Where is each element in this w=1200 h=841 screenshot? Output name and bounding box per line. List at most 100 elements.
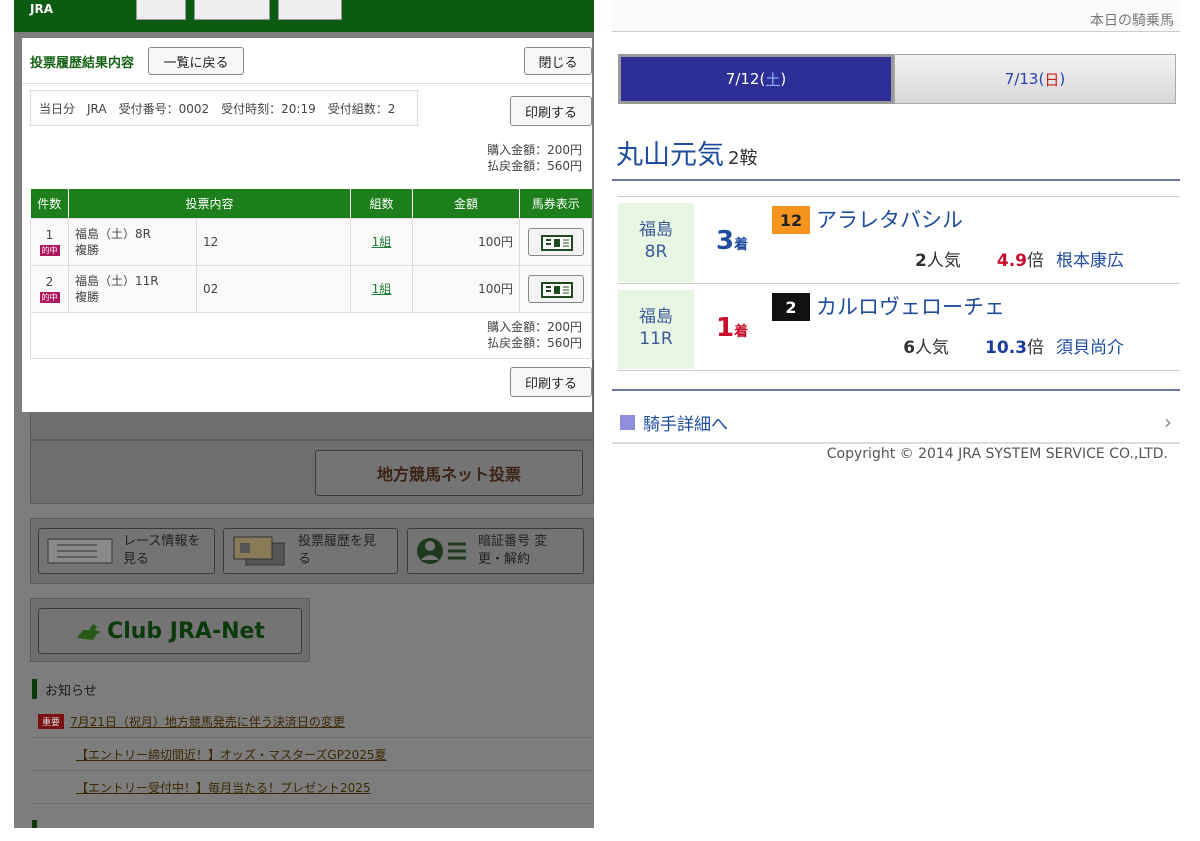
- popularity: 2人気: [915, 246, 961, 271]
- refund-amount: 払戻金額：560円: [487, 159, 582, 173]
- col-amount: 金額: [412, 189, 520, 218]
- bet-content: 12: [196, 217, 351, 266]
- refund-amount: 払戻金額：560円: [487, 336, 582, 350]
- print-button-bottom[interactable]: 印刷する: [510, 367, 592, 397]
- divider: [612, 179, 1180, 181]
- ride-count: 2鞍: [728, 148, 758, 169]
- pin-change-label: 暗証番号 変更・解約: [478, 534, 548, 567]
- popularity-number: 6: [903, 338, 916, 358]
- trainer-name[interactable]: 須貝尚介: [1056, 333, 1124, 358]
- odds-suffix: 倍: [1027, 338, 1044, 358]
- row-num-cell: 1 的中: [30, 217, 69, 266]
- table-row: 1 的中 福島（土）8R 複勝 12 1組 100円: [30, 217, 592, 266]
- divider: [612, 442, 1180, 444]
- jockey-detail-link[interactable]: 騎手詳細へ ›: [620, 406, 1180, 438]
- race-info-label: レース情報を見る: [123, 534, 201, 567]
- tab-date-2[interactable]: 7/13(日): [894, 54, 1176, 104]
- odds: 4.9倍: [997, 246, 1044, 271]
- chiho-net-button[interactable]: 地方競馬ネット投票: [315, 450, 583, 496]
- close-button[interactable]: 閉じる: [524, 47, 592, 75]
- notice-heading: お知らせ: [32, 678, 97, 700]
- vote-history-button[interactable]: 投票履歴を見る: [223, 528, 398, 574]
- top-menu-button[interactable]: [194, 0, 270, 20]
- race-name: 福島（土）11R: [75, 273, 159, 288]
- notice-link[interactable]: 7月21日（祝月）地方競馬発売に伴う決済日の変更: [70, 713, 345, 730]
- date-tabs: 7/12(土) 7/13(日): [618, 54, 1176, 104]
- result-row[interactable]: 福島 11R 1着 2 カルロヴェローチェ 6人気 10.3倍 須貝尚介: [618, 285, 1180, 371]
- kumi-link[interactable]: 1組: [372, 282, 392, 296]
- kumi-cell: 1組: [350, 264, 413, 313]
- bet-content: 02: [196, 264, 351, 313]
- tab-date-1[interactable]: 7/12(土): [618, 54, 894, 104]
- notice-item[interactable]: 【エントリー締切間近！】オッズ・マスターズGP2025夏: [32, 739, 592, 771]
- ticket-cell: [519, 264, 592, 313]
- venue-name: 福島: [639, 307, 673, 327]
- result-row[interactable]: 福島 8R 3着 12 アラレタバシル 2人気 4.9倍 根本康広: [618, 198, 1180, 284]
- jra-logo: JRA: [30, 2, 53, 16]
- table-row: 2 的中 福島（土）11R 複勝 02 1組 100円: [30, 264, 592, 313]
- horse-name[interactable]: アラレタバシル: [816, 204, 963, 234]
- kumi-link[interactable]: 1組: [372, 235, 392, 249]
- jockey-detail-label: 騎手詳細へ: [643, 414, 728, 435]
- bet-type: 複勝: [75, 289, 100, 304]
- pin-change-button[interactable]: 暗証番号 変更・解約: [407, 528, 584, 574]
- trainer-name[interactable]: 根本康広: [1056, 246, 1124, 271]
- tab-date-text: 7/12: [725, 70, 760, 88]
- ticket-cell: [519, 217, 592, 266]
- notice-link[interactable]: 【エントリー受付中！】毎月当たる！プレゼント2025: [76, 779, 371, 796]
- hit-badge: 的中: [39, 244, 60, 256]
- club-label: Club JRA-Net: [107, 618, 265, 644]
- race-cell: 福島（土）11R 複勝: [68, 264, 197, 313]
- bet-table: 件数 投票内容 組数 金額 馬券表示 1 的中 福島（土）8R 複勝 12 1組…: [30, 189, 592, 313]
- race-ticket-icon: [47, 538, 113, 564]
- notice-link[interactable]: 【エントリー締切間近！】オッズ・マスターズGP2025夏: [76, 746, 386, 763]
- venue-name: 福島: [639, 220, 673, 240]
- amount-summary-top: 購入金額：200円 払戻金額：560円: [487, 142, 582, 174]
- race-venue-cell: 福島 8R: [618, 203, 694, 282]
- tab-dow-text: 日: [1044, 70, 1060, 89]
- horse-name[interactable]: カルロヴェローチェ: [816, 291, 1005, 321]
- section-bar: [32, 820, 37, 828]
- odds: 10.3倍: [985, 333, 1044, 358]
- row-num: 2: [45, 274, 54, 289]
- ticket-display-button[interactable]: [527, 274, 584, 303]
- amount-summary-bottom: 購入金額：200円 払戻金額：560円: [487, 319, 582, 351]
- bet-amount: 100円: [412, 264, 520, 313]
- finish-place: 3着: [716, 226, 748, 256]
- divider: [612, 389, 1180, 391]
- ticket-icon: [540, 234, 573, 251]
- ride-stats: 2人気 4.9倍 根本康広: [915, 246, 1124, 271]
- race-name: 福島（土）8R: [75, 226, 151, 241]
- race-info-button[interactable]: レース情報を見る: [38, 528, 215, 574]
- top-menu-button[interactable]: [278, 0, 342, 20]
- race-cell: 福島（土）8R 複勝: [68, 217, 197, 266]
- notice-item[interactable]: 【エントリー受付中！】毎月当たる！プレゼント2025: [32, 772, 592, 804]
- purchase-amount: 購入金額：200円: [487, 143, 582, 157]
- modal-header: 投票履歴結果内容 一覧に戻る 閉じる: [22, 38, 592, 84]
- kumi-cell: 1組: [350, 217, 413, 266]
- popularity: 6人気: [903, 333, 949, 358]
- important-badge: 重要: [38, 714, 65, 729]
- back-to-list-button[interactable]: 一覧に戻る: [148, 47, 244, 75]
- left-screenshot: JRA 地方競馬ネット投票 レース情報を見る 投票履歴を見る 暗証番号 変更・解…: [14, 0, 594, 828]
- club-jra-net-button[interactable]: Club JRA-Net: [38, 608, 302, 654]
- place-number: 3: [716, 226, 735, 256]
- top-menu-button[interactable]: [136, 0, 186, 20]
- row-num: 1: [45, 227, 54, 242]
- horse-number-badge: 2: [772, 293, 810, 321]
- place-number: 1: [716, 313, 735, 343]
- race-venue-cell: 福島 11R: [618, 290, 694, 369]
- odds-value: 10.3: [985, 338, 1027, 358]
- right-screenshot: 本日の騎乗馬 7/12(土) 7/13(日) 丸山元気 2鞍 福島 8R 3着 1…: [612, 0, 1180, 841]
- odds-value: 4.9: [996, 251, 1027, 271]
- receipt-info: 当日分 JRA 受付番号：0002 受付時刻：20:19 受付組数：2: [30, 90, 418, 126]
- ticket-icon: [540, 281, 573, 298]
- ticket-display-button[interactable]: [527, 227, 584, 256]
- notice-heading-text: お知らせ: [45, 683, 97, 699]
- table-header-row: 件数 投票内容 組数 金額 馬券表示: [30, 189, 592, 218]
- print-button[interactable]: 印刷する: [510, 96, 592, 126]
- user-icon: [417, 538, 466, 564]
- top-green-bar: JRA: [14, 0, 594, 32]
- copyright: Copyright © 2014 JRA SYSTEM SERVICE CO.,…: [826, 446, 1168, 462]
- notice-item[interactable]: 重要 7月21日（祝月）地方競馬発売に伴う決済日の変更: [32, 706, 592, 738]
